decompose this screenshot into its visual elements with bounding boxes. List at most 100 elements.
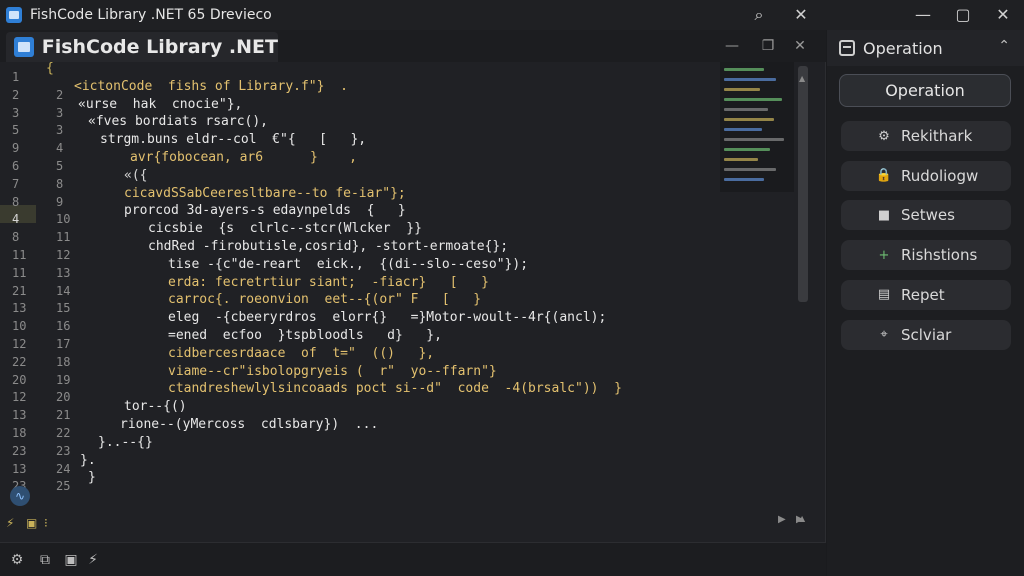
file-tab-label: FishCode Library .NET bbox=[41, 36, 278, 58]
close-icon[interactable]: ✕ bbox=[790, 4, 812, 26]
line-number: 10 bbox=[12, 319, 27, 334]
code-line: prorcod 3d-ayers-s edaynpelds { } bbox=[124, 203, 406, 219]
code-line: }..--{} bbox=[98, 434, 153, 450]
status-bar: ⚙ ⧉ ▣ ⚡ bbox=[0, 542, 826, 576]
plus-icon: + bbox=[878, 247, 890, 263]
panel-button-setwes[interactable]: ■ Setwes bbox=[841, 200, 1011, 231]
line-number: 8 bbox=[12, 194, 20, 209]
line-number: 13 bbox=[12, 301, 27, 316]
minimap-line bbox=[724, 88, 760, 91]
vertical-scrollbar-thumb[interactable] bbox=[798, 66, 808, 302]
maximize-button[interactable]: ▢ bbox=[952, 4, 974, 26]
minimap-line bbox=[724, 138, 784, 141]
code-line: chdRed -firobutisle,cosrid}, -stort-ermo… bbox=[148, 239, 509, 254]
line-number: 7 bbox=[12, 176, 20, 191]
pane-close-button[interactable]: ✕ bbox=[790, 36, 810, 56]
location-icon: ⌖ bbox=[880, 327, 888, 342]
minimap[interactable] bbox=[720, 62, 794, 192]
wave-icon[interactable]: ∿ bbox=[10, 486, 30, 506]
app-icon bbox=[6, 7, 22, 23]
lock-icon: 🔒 bbox=[875, 168, 893, 184]
line-number: 9 bbox=[12, 141, 20, 156]
more-icon[interactable]: ⁝ bbox=[44, 516, 48, 530]
panel-button-sclviar[interactable]: ⌖ Sclviar bbox=[841, 319, 1011, 350]
line-number: 13 bbox=[12, 408, 27, 423]
line-number: 4 bbox=[12, 212, 20, 227]
panel-button-repet[interactable]: ▤ Repet bbox=[841, 279, 1011, 310]
panel-button-label: Setwes bbox=[901, 206, 955, 225]
code-line: cicsbie {s clrlc--stcr(Wlcker }} bbox=[148, 221, 422, 237]
line-number: 5 bbox=[12, 123, 20, 138]
code-line: cicavdSSabCeeresltbare--to fe-iar"}; bbox=[124, 185, 406, 201]
code-line: carroc{. roeonvion eet--{(or" F [ } bbox=[168, 292, 482, 308]
line-number: 2 bbox=[12, 87, 20, 102]
line-number: 22 bbox=[12, 354, 27, 369]
code-line: tise -{c"de-reart eick., {(di--slo--ceso… bbox=[168, 256, 529, 272]
panel-button-label: Rekithark bbox=[901, 127, 973, 145]
panel-button-rekithark[interactable]: ⚙ Rekithark bbox=[841, 121, 1011, 151]
title-bar: FishCode Library .NET 65 Drevieco ⌕ ✕ — … bbox=[0, 0, 1024, 30]
code-line: strgm.buns eldr--col €"{ [ }, bbox=[100, 132, 367, 148]
square-icon: ■ bbox=[877, 207, 891, 223]
search-icon[interactable]: ⌕ bbox=[748, 4, 770, 26]
line-number: 8 bbox=[12, 230, 20, 245]
copy-icon[interactable]: ⧉ bbox=[36, 551, 54, 569]
code-line: «fves bordiats rsarc(), bbox=[88, 114, 269, 130]
scroll-right-icon[interactable]: ▶ bbox=[796, 514, 804, 525]
minimap-line bbox=[724, 148, 770, 151]
minimap-line bbox=[724, 118, 774, 121]
minimap-line bbox=[724, 98, 782, 101]
code-editor[interactable]: FishCode Library .NET — ❐ ✕ 122335394657… bbox=[0, 30, 826, 542]
lightning-icon[interactable]: ⚡ bbox=[84, 551, 102, 569]
code-area[interactable]: { <ictonCode fishs of Library.f"} . «urse … bbox=[40, 60, 780, 485]
line-number: 1 bbox=[12, 70, 20, 84]
line-number: 21 bbox=[12, 283, 27, 298]
editor-footer: ∿ ⚡ ▣ ⁝ ▶ ▶ bbox=[0, 486, 826, 542]
chevron-up-icon[interactable]: ⌃ bbox=[998, 38, 1010, 54]
panel-button-rudoliogw[interactable]: 🔒 Rudoliogw bbox=[841, 160, 1011, 191]
code-line: <ictonCode fishs of Library.f"} . bbox=[74, 78, 348, 94]
panel-icon[interactable]: ▣ bbox=[26, 516, 37, 530]
scroll-up-icon[interactable]: ▲ bbox=[799, 74, 805, 83]
minimize-button[interactable]: — bbox=[912, 4, 934, 26]
layout-icon[interactable]: ▣ bbox=[62, 551, 80, 569]
code-line: viame--cr"isbolopgryeis ( r" yo--ffarn"} bbox=[168, 363, 497, 379]
line-number: 12 bbox=[12, 390, 27, 405]
code-line: «urse hak cnocie"}, bbox=[78, 96, 243, 112]
line-number: 23 bbox=[12, 443, 27, 458]
pane-restore-button[interactable]: ❐ bbox=[758, 36, 778, 56]
code-line: cidbercesrdaace of t=" (() }, bbox=[168, 345, 435, 361]
file-tab[interactable]: FishCode Library .NET bbox=[6, 32, 278, 62]
panel-header: Operation ⌃ bbox=[827, 30, 1024, 66]
minimap-line bbox=[724, 68, 764, 71]
line-number: 20 bbox=[12, 372, 27, 387]
minimap-line bbox=[724, 128, 762, 131]
panel-title: Operation bbox=[863, 38, 943, 58]
lightning-icon[interactable]: ⚡ bbox=[6, 516, 14, 530]
code-line: { bbox=[46, 61, 54, 76]
minimap-line bbox=[724, 158, 758, 161]
scroll-left-icon[interactable]: ▶ bbox=[778, 514, 786, 525]
code-line: } bbox=[88, 470, 96, 486]
settings-icon[interactable]: ⚙ bbox=[8, 551, 26, 569]
operation-button[interactable]: Operation bbox=[839, 74, 1011, 107]
file-icon bbox=[14, 37, 34, 57]
line-number: 18 bbox=[12, 426, 27, 440]
panel-button-label: Sclviar bbox=[901, 325, 952, 344]
gear-icon: ⚙ bbox=[878, 128, 890, 144]
close-window-button[interactable]: ✕ bbox=[992, 4, 1014, 26]
code-line: eleg -{cbeeryrdros elorr{} =}Motor-woult… bbox=[168, 310, 607, 326]
panel-button-label: Rudoliogw bbox=[901, 166, 979, 185]
panel-icon bbox=[839, 40, 855, 56]
code-line: =ened ecfoo }tspbloodls d} }, bbox=[168, 328, 442, 343]
panel-button-label: Rishstions bbox=[901, 246, 978, 265]
operation-panel: Operation ⌃ Operation ⚙ Rekithark 🔒 Rudolio… bbox=[827, 30, 1024, 576]
window-title: FishCode Library .NET 65 Drevieco bbox=[30, 7, 272, 23]
minimap-line bbox=[724, 108, 768, 111]
minimap-line bbox=[724, 178, 764, 181]
panel-button-rishstions[interactable]: + Rishstions bbox=[841, 240, 1011, 271]
line-number-inner: 25 bbox=[56, 479, 71, 494]
code-line: rione--(yMercoss cdlsbary}) ... bbox=[120, 417, 379, 432]
code-line: «({ bbox=[124, 167, 148, 183]
pane-minimize-button[interactable]: — bbox=[722, 36, 742, 56]
